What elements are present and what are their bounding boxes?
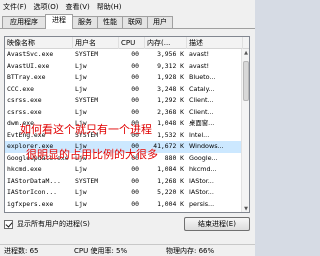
cell-user: Ljw	[75, 165, 87, 173]
table-row[interactable]: AvastSvc.exe SYSTEM 00 3,956 K avast!	[5, 49, 243, 61]
cell-cpu: 00	[131, 165, 139, 173]
scroll-up-icon[interactable]: ▲	[243, 49, 249, 57]
tab-strip: 应用程序 进程 服务 性能 联网 用户	[0, 13, 255, 29]
status-bar: 进程数: 65 CPU 使用率: 5% 物理内存: 66%	[0, 244, 255, 256]
column-cpu[interactable]: CPU	[119, 37, 145, 49]
cell-user: Ljw	[75, 107, 87, 116]
cell-cpu: 00	[131, 107, 139, 116]
table-row[interactable]: CCC.exe Ljw 00 3,248 K Cataly...	[5, 84, 243, 96]
cell-name: IAStorIcon...	[7, 188, 58, 196]
table-row[interactable]: csrss.exe SYSTEM 00 1,292 K Client...	[5, 95, 243, 107]
show-all-users-label: 显示所有用户的进程(S)	[17, 220, 90, 228]
show-all-users-checkbox[interactable]	[4, 219, 13, 229]
cell-cpu: 00	[131, 199, 139, 208]
cell-desc: Blueto...	[189, 73, 216, 81]
status-process-count: 进程数: 65	[4, 247, 39, 255]
cell-name: hkcmd.exe	[7, 165, 42, 173]
status-cpu-usage: CPU 使用率: 5%	[74, 247, 128, 255]
cell-name: AvastUI.exe	[7, 61, 50, 70]
cell-user: Ljw	[75, 61, 87, 70]
cell-cpu: 00	[119, 210, 139, 212]
cell-mem: 1,928 K	[157, 73, 184, 81]
show-all-users-checkbox-row[interactable]: 显示所有用户的进程(S)	[4, 219, 90, 229]
cell-mem: 5,220 K	[157, 188, 184, 196]
menu-help[interactable]: 帮助(H)	[97, 2, 122, 12]
cell-name: AvastSvc.exe	[7, 50, 54, 58]
cell-name: igfxpers.exe	[7, 199, 54, 208]
cell-desc: Cataly...	[189, 84, 215, 93]
cell-desc: IAStor...	[189, 176, 214, 185]
column-memory[interactable]: 内存(...	[145, 37, 187, 49]
cell-desc: Windows...	[189, 142, 224, 150]
cell-user: Ljw	[75, 73, 87, 81]
menu-view[interactable]: 查看(V)	[65, 2, 89, 12]
cell-name: IAStorDataM...	[7, 176, 61, 185]
tab-processes[interactable]: 进程	[45, 14, 73, 29]
cell-user: Ljw	[75, 199, 87, 208]
cell-user: Ljw	[75, 188, 87, 196]
table-row[interactable]: BTTray.exe Ljw 00 1,928 K Blueto...	[5, 72, 243, 84]
cell-mem: 2,368 K	[157, 107, 184, 116]
menu-options[interactable]: 选项(O)	[34, 2, 59, 12]
cell-cpu: 00	[131, 61, 139, 70]
list-header: 映像名称 用户名 CPU 内存(... 描述	[5, 37, 249, 49]
cell-user: SYSTEM	[75, 50, 99, 58]
cell-user: Ljw	[75, 84, 87, 93]
table-row[interactable]: igfxpers.exe Ljw 00 1,004 Kpersis...	[5, 199, 243, 211]
table-row[interactable]: igfxsrvc.exe Ljw00 932 K igfxsr...	[5, 210, 243, 212]
cell-mem: 932 K	[145, 210, 184, 212]
cell-user: SYSTEM	[75, 176, 99, 185]
cell-cpu: 00	[131, 73, 139, 81]
cell-name: CCC.exe	[7, 84, 34, 93]
menu-bar: 文件(F) 选项(O) 查看(V) 帮助(H)	[0, 0, 255, 13]
cell-name: csrss.exe	[7, 107, 42, 116]
cell-desc: 桌面窗...	[189, 119, 215, 127]
annotation-line-2: 很明显的占用比例的大很多	[26, 148, 158, 161]
cell-mem: 3,956 K	[157, 50, 184, 58]
column-user-name[interactable]: 用户名	[73, 37, 119, 49]
column-image-name[interactable]: 映像名称	[5, 37, 73, 49]
cell-desc: Intel...	[189, 130, 210, 139]
column-description[interactable]: 描述	[187, 37, 243, 49]
cell-name: csrss.exe	[7, 96, 42, 104]
cell-cpu: 00	[131, 96, 139, 104]
cell-mem: 1,084 K	[157, 165, 184, 173]
scroll-thumb[interactable]	[243, 61, 249, 101]
annotation-line-1: 如何看这个就只有一个进程	[20, 123, 152, 136]
cell-desc: IAStor...	[189, 188, 214, 196]
cell-desc: persis...	[189, 199, 215, 208]
cell-desc: Google...	[189, 153, 218, 162]
cell-name: igfxsrvc.exe	[7, 210, 71, 212]
cell-user: SYSTEM	[75, 96, 99, 104]
cell-desc: Client...	[189, 107, 214, 116]
cell-cpu: 00	[131, 50, 139, 58]
table-row[interactable]: IAStorDataM... SYSTEM 00 1,268 K IAStor...	[5, 176, 243, 188]
cell-cpu: 00	[131, 84, 139, 93]
cell-desc: avast!	[189, 61, 210, 70]
status-memory-usage: 物理内存: 66%	[166, 247, 215, 255]
cell-mem: 1,292 K	[157, 96, 184, 104]
cell-mem: 9,312 K	[157, 61, 184, 70]
cell-desc: avast!	[189, 50, 210, 58]
table-row[interactable]: IAStorIcon... Ljw 00 5,220 K IAStor...	[5, 187, 243, 199]
vertical-scrollbar[interactable]: ▲ ▼	[241, 49, 249, 212]
cell-user: Ljw	[75, 210, 117, 212]
table-row[interactable]: AvastUI.exe Ljw 00 9,312 K avast!	[5, 61, 243, 73]
table-row[interactable]: hkcmd.exe Ljw 00 1,084 K hkcmd...	[5, 164, 243, 176]
cell-cpu: 00	[131, 176, 139, 185]
scroll-down-icon[interactable]: ▼	[243, 205, 249, 212]
cell-desc: hkcmd...	[189, 165, 217, 173]
table-row[interactable]: csrss.exe Ljw 00 2,368 K Client...	[5, 107, 243, 119]
cell-desc: igfxsr...	[189, 210, 243, 212]
cell-desc: Client...	[189, 96, 214, 104]
end-process-button[interactable]: 结束进程(E)	[184, 217, 250, 231]
cell-mem: 3,248 K	[157, 84, 184, 93]
cell-cpu: 00	[131, 188, 139, 196]
cell-mem: 1,268 K	[157, 176, 184, 185]
menu-file[interactable]: 文件(F)	[3, 2, 27, 12]
cell-mem: 1,004 K	[157, 199, 184, 208]
cell-name: BTTray.exe	[7, 73, 46, 81]
